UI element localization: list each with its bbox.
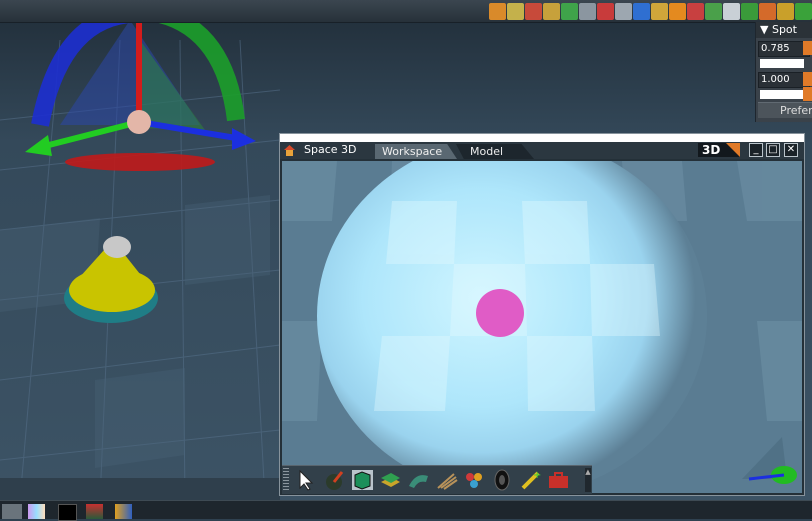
axis-x-icon[interactable]: [795, 3, 812, 20]
node-tool-icon[interactable]: [489, 3, 506, 20]
window-top-edge: [280, 134, 804, 142]
tire-icon[interactable]: [490, 468, 515, 492]
stack-layers-icon[interactable]: [378, 468, 403, 492]
preferences-button[interactable]: Prefere: [758, 102, 812, 118]
spinner-1-icon[interactable]: [803, 41, 812, 55]
toolbar-grip[interactable]: [283, 468, 289, 492]
paint-tool-icon[interactable]: [687, 3, 704, 20]
spot-header[interactable]: ▼ Spot: [756, 22, 812, 38]
grid-tool-icon[interactable]: [597, 3, 614, 20]
window-title: Space 3D: [304, 143, 357, 156]
tab-model[interactable]: Model: [456, 144, 534, 159]
axis-l-icon[interactable]: [741, 3, 758, 20]
svg-text:+: +: [533, 470, 541, 481]
cube-tool-icon[interactable]: [633, 3, 650, 20]
house-icon: [284, 145, 295, 156]
color-slider-2[interactable]: [760, 90, 804, 99]
gradient-icon[interactable]: [2, 504, 22, 519]
bottom-toolbar: + ▲: [282, 465, 592, 494]
camera-tool-icon[interactable]: [579, 3, 596, 20]
house-tool-icon[interactable]: [705, 3, 722, 20]
main-toolbar: [0, 0, 812, 23]
arrow-select-icon[interactable]: [294, 468, 319, 492]
view-mode-button[interactable]: 3D: [698, 143, 740, 157]
maximize-button[interactable]: □: [766, 143, 780, 157]
axis-tool-icon[interactable]: [723, 3, 740, 20]
paint-ball-icon[interactable]: [322, 468, 347, 492]
spinner-2-icon[interactable]: [803, 72, 812, 86]
color-swatch-icon[interactable]: [28, 504, 45, 519]
view-mode-label: 3D: [702, 143, 721, 157]
toolbar-scroll-button[interactable]: ▲: [585, 468, 591, 492]
cloth-tool-icon[interactable]: [434, 468, 459, 492]
space3d-viewport[interactable]: [282, 161, 802, 493]
boxes-icon[interactable]: [115, 504, 132, 519]
minimize-button[interactable]: _: [749, 143, 763, 157]
toolbox-icon[interactable]: [546, 468, 571, 492]
axis-arrow-icon[interactable]: [759, 3, 776, 20]
spot-title: Spot: [771, 23, 797, 36]
toolbar-icons: [489, 3, 812, 21]
link-tool-icon[interactable]: [543, 3, 560, 20]
close-button[interactable]: ✕: [784, 143, 798, 157]
checker-tool-icon[interactable]: [615, 3, 632, 20]
space3d-window: Space 3D Workspace Model 3D _ □ ✕ + ▲: [279, 133, 805, 496]
scale-tool-icon[interactable]: [525, 3, 542, 20]
deform-tool-icon[interactable]: [406, 468, 431, 492]
tab-workspace[interactable]: Workspace: [375, 144, 457, 159]
rotate-tool-icon[interactable]: [507, 3, 524, 20]
properties-panel: ▼ Spot 0.785 1.000 Prefere: [755, 22, 812, 122]
bottom-taskbar: [0, 500, 812, 521]
axis-y-icon[interactable]: [777, 3, 794, 20]
light-tool-icon[interactable]: [669, 3, 686, 20]
spinner-3-icon[interactable]: [803, 87, 812, 101]
view-mode-corner-icon: [726, 143, 740, 157]
green-cube-icon[interactable]: [350, 468, 375, 492]
house-icon-taskbar[interactable]: [86, 504, 103, 519]
brush-tool-icon[interactable]: [651, 3, 668, 20]
measure-tool-icon[interactable]: +: [518, 468, 543, 492]
orbit-tool-icon[interactable]: [561, 3, 578, 20]
color-slider-1[interactable]: [760, 59, 804, 68]
particles-icon[interactable]: [462, 468, 487, 492]
black-square-icon[interactable]: [58, 504, 77, 521]
collapse-triangle-icon: ▼: [760, 23, 772, 36]
